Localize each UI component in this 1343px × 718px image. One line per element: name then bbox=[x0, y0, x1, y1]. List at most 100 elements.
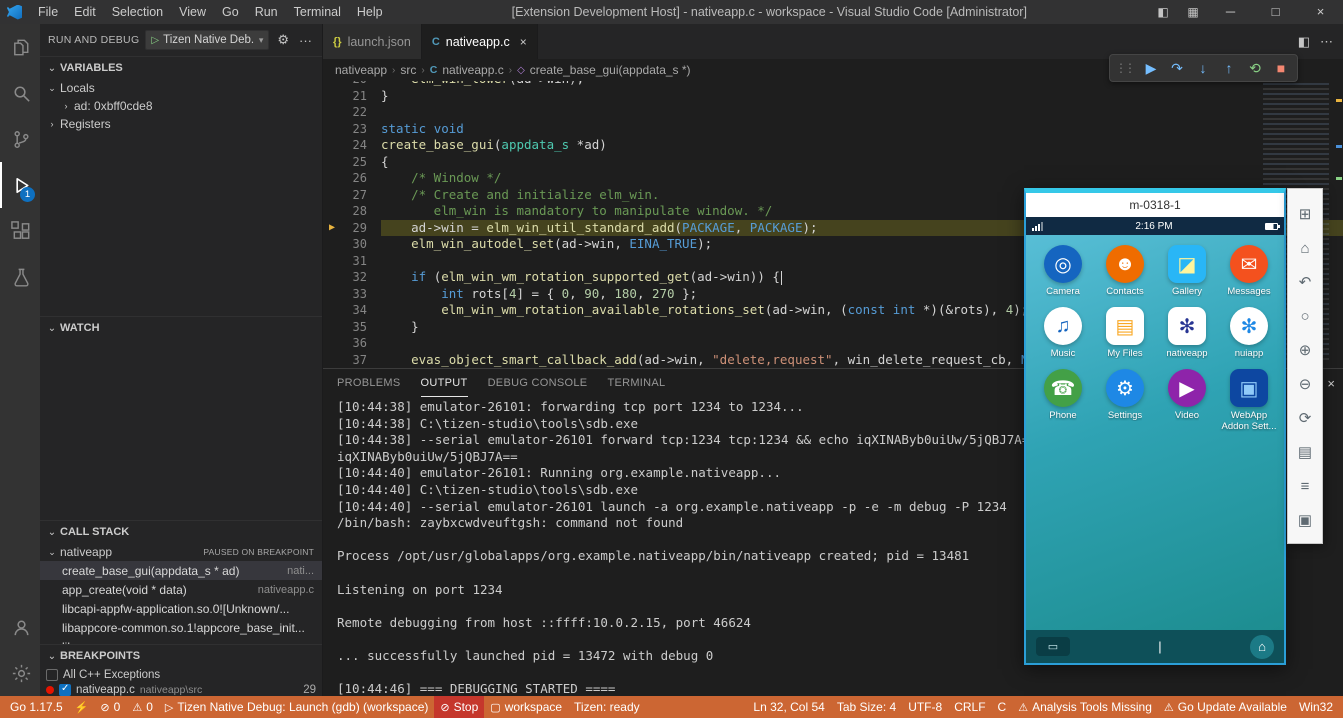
variable-row[interactable]: ⌄Locals bbox=[40, 79, 322, 97]
rotate-key-icon[interactable]: ⟳ bbox=[1287, 401, 1323, 435]
breadcrumb-item[interactable]: create_base_gui(appdata_s *) bbox=[530, 63, 691, 77]
status-spark[interactable]: ⚡ bbox=[69, 696, 95, 718]
status-analysis-tools[interactable]: ⚠Analysis Tools Missing bbox=[1012, 696, 1158, 718]
menu-go[interactable]: Go bbox=[214, 0, 247, 24]
activity-account[interactable] bbox=[0, 604, 40, 650]
gutter-24[interactable]: 24 bbox=[323, 137, 381, 154]
breadcrumb-item[interactable]: src bbox=[400, 63, 416, 77]
tab-nativeapp-c[interactable]: Cnativeapp.c× bbox=[422, 24, 538, 59]
close-button[interactable]: × bbox=[1298, 0, 1343, 24]
code-line-24[interactable]: 24create_base_gui(appdata_s *ad) bbox=[323, 137, 1343, 154]
status-tab-size[interactable]: Tab Size: 4 bbox=[831, 696, 902, 718]
split-editor-icon[interactable]: ◧ bbox=[1298, 34, 1310, 50]
volume-down-key-icon[interactable]: ⊖ bbox=[1287, 367, 1323, 401]
breakpoint-checkbox[interactable] bbox=[59, 684, 71, 696]
stack-frame[interactable]: libappcore-common.so.1!appcore_base_init… bbox=[40, 618, 322, 637]
variable-row[interactable]: ›Registers bbox=[40, 115, 322, 133]
activity-extensions[interactable] bbox=[0, 208, 40, 254]
menu-help[interactable]: Help bbox=[349, 0, 391, 24]
step-out-button[interactable]: ↑ bbox=[1217, 56, 1241, 80]
panel-tab-terminal[interactable]: TERMINAL bbox=[607, 369, 665, 397]
shell-key-icon[interactable]: ▤ bbox=[1287, 435, 1323, 469]
panel-tab-debug-console[interactable]: DEBUG CONSOLE bbox=[488, 369, 588, 397]
code-line-23[interactable]: 23static void bbox=[323, 121, 1343, 138]
gutter-36[interactable]: 36 bbox=[323, 335, 381, 352]
status-warnings[interactable]: ⚠0 bbox=[126, 696, 159, 718]
tab-close-icon[interactable]: × bbox=[520, 35, 527, 49]
panel-tab-output[interactable]: OUTPUT bbox=[421, 369, 468, 397]
app-phone[interactable]: ☎Phone bbox=[1032, 369, 1094, 432]
emulator-title[interactable]: m-0318-1 bbox=[1026, 193, 1284, 217]
status-encoding[interactable]: UTF-8 bbox=[902, 696, 948, 718]
minimize-button[interactable]: ─ bbox=[1208, 0, 1253, 24]
power-key-icon[interactable]: ○ bbox=[1287, 299, 1323, 333]
menu-view[interactable]: View bbox=[171, 0, 214, 24]
breadcrumb-item[interactable]: nativeapp.c bbox=[442, 63, 503, 77]
app-video[interactable]: ▶Video bbox=[1156, 369, 1218, 432]
activity-run-and-debug[interactable]: 1 bbox=[0, 162, 40, 208]
menu-edit[interactable]: Edit bbox=[66, 0, 104, 24]
app-nuiapp[interactable]: ✻nuiapp bbox=[1218, 307, 1280, 359]
status-eol[interactable]: CRLF bbox=[948, 696, 991, 718]
status-tizen-ready[interactable]: Tizen: ready bbox=[568, 696, 646, 718]
toggle-panel-icon[interactable]: ◧ bbox=[1148, 5, 1178, 19]
status-go-version[interactable]: Go 1.17.5 bbox=[4, 696, 69, 718]
tab-launch-json[interactable]: {}launch.json bbox=[323, 24, 422, 59]
activity-explorer[interactable] bbox=[0, 24, 40, 70]
watch-header[interactable]: ⌄ WATCH bbox=[40, 317, 322, 339]
panel-tab-problems[interactable]: PROBLEMS bbox=[337, 369, 401, 397]
step-over-button[interactable]: ↷ bbox=[1165, 56, 1189, 80]
breakpoint-row[interactable]: nativeapp.cnativeapp\src29 bbox=[40, 682, 322, 696]
maximize-button[interactable]: □ bbox=[1253, 0, 1298, 24]
gutter-31[interactable]: 31 bbox=[323, 253, 381, 270]
launch-settings-gear-icon[interactable]: ⚙ bbox=[275, 32, 291, 48]
menu-selection[interactable]: Selection bbox=[104, 0, 171, 24]
status-workspace[interactable]: ▢workspace bbox=[484, 696, 568, 718]
breadcrumb-item[interactable]: nativeapp bbox=[335, 63, 387, 77]
code-line-26[interactable]: 26 /* Window */ bbox=[323, 170, 1343, 187]
screenshot-key-icon[interactable]: ▣ bbox=[1287, 503, 1323, 537]
gutter-21[interactable]: 21 bbox=[323, 88, 381, 105]
close-panel-icon[interactable]: × bbox=[1327, 376, 1335, 391]
more-actions-icon[interactable]: ⋯ bbox=[1320, 34, 1333, 50]
app-my-files[interactable]: ▤My Files bbox=[1094, 307, 1156, 359]
status-language-mode[interactable]: C bbox=[992, 696, 1013, 718]
recents-button[interactable]: ▭ bbox=[1036, 637, 1070, 656]
breakpoints-header[interactable]: ⌄ BREAKPOINTS bbox=[40, 645, 322, 667]
gutter-28[interactable]: 28 bbox=[323, 203, 381, 220]
stack-frame[interactable]: libcapi-appfw-application.so.0![Unknown/… bbox=[40, 599, 322, 618]
gutter-25[interactable]: 25 bbox=[323, 154, 381, 171]
status-problems[interactable]: ⊘0 bbox=[94, 696, 126, 718]
menu-run[interactable]: Run bbox=[247, 0, 286, 24]
gutter-22[interactable]: 22 bbox=[323, 104, 381, 121]
app-contacts[interactable]: ☻Contacts bbox=[1094, 245, 1156, 297]
step-into-button[interactable]: ↓ bbox=[1191, 56, 1215, 80]
gutter-27[interactable]: 27 bbox=[323, 187, 381, 204]
app-camera[interactable]: ◎Camera bbox=[1032, 245, 1094, 297]
launch-config-dropdown[interactable]: ▷ Tizen Native Deb... ▾ bbox=[145, 30, 269, 50]
breakpoint-row[interactable]: All C++ Exceptions bbox=[40, 667, 322, 682]
customize-layout-icon[interactable]: ▦ bbox=[1178, 5, 1208, 19]
menu-file[interactable]: File bbox=[30, 0, 66, 24]
gutter-30[interactable]: 30 bbox=[323, 236, 381, 253]
app-gallery[interactable]: ◪Gallery bbox=[1156, 245, 1218, 297]
status-debug-config[interactable]: ▷Tizen Native Debug: Launch (gdb) (works… bbox=[159, 696, 434, 718]
breakpoint-checkbox[interactable] bbox=[46, 669, 58, 681]
gutter-34[interactable]: 34 bbox=[323, 302, 381, 319]
app-music[interactable]: ♫Music bbox=[1032, 307, 1094, 359]
gutter-33[interactable]: 33 bbox=[323, 286, 381, 303]
code-line-21[interactable]: 21} bbox=[323, 88, 1343, 105]
control-panel-key-icon[interactable]: ≡ bbox=[1287, 469, 1323, 503]
sidebar-more-actions-icon[interactable]: ··· bbox=[297, 33, 314, 48]
activity-settings[interactable] bbox=[0, 650, 40, 696]
app-settings[interactable]: ⚙Settings bbox=[1094, 369, 1156, 432]
restart-button[interactable]: ⟲ bbox=[1243, 56, 1267, 80]
variables-header[interactable]: ⌄ VARIABLES bbox=[40, 57, 322, 79]
gutter-37[interactable]: 37 bbox=[323, 352, 381, 369]
activity-source-control[interactable] bbox=[0, 116, 40, 162]
stack-frame[interactable]: app_create(void * data)nativeapp.c bbox=[40, 580, 322, 599]
app-messages[interactable]: ✉Messages bbox=[1218, 245, 1280, 297]
gutter-23[interactable]: 23 bbox=[323, 121, 381, 138]
gutter-29[interactable]: ▶29 bbox=[323, 220, 381, 237]
gutter-32[interactable]: 32 bbox=[323, 269, 381, 286]
